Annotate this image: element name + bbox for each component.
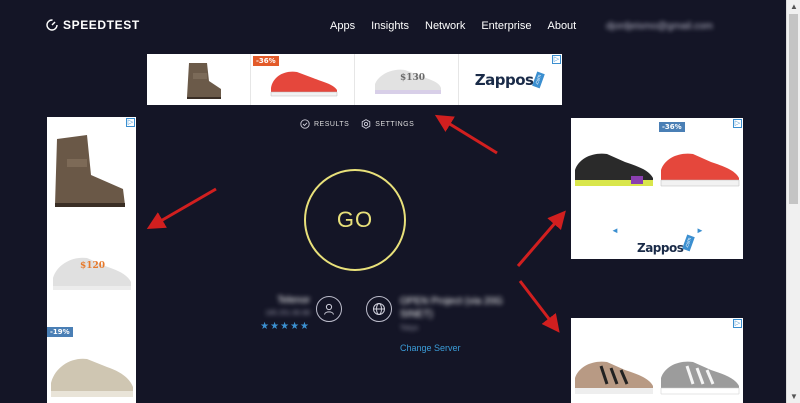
adchoices-icon[interactable]: ▷ [733,119,742,128]
zappos-com-badge: .com [682,234,696,252]
user-account-email[interactable]: djordjeismo@gmail.com [606,21,713,32]
arrow-to-left-ad [146,187,217,230]
arrow-to-top-ad [434,114,498,155]
isp-name: Telenor [277,295,310,306]
top-banner-ad[interactable]: -36% $130 Zappos .com ▷ [147,54,562,105]
scroll-up-icon[interactable]: ▲ [790,2,798,11]
scroll-down-icon[interactable]: ▼ [790,392,798,401]
nav-insights[interactable]: Insights [371,20,409,32]
price-tag: $130 [400,73,426,83]
main-nav: Apps Insights Network Enterprise About [330,20,592,32]
results-link[interactable]: RESULTS [300,119,349,129]
adchoices-icon[interactable]: ▷ [552,55,561,64]
sneaker-image-knit [51,358,133,397]
carousel-prev-icon[interactable]: ◄ [611,226,619,235]
arrow-to-right-ad-top [516,210,566,267]
globe-icon [366,296,392,322]
sneaker-image-red [660,153,740,187]
server-name: OPEN Project (via 20G SINET) [400,296,503,320]
ad-product-sneaker-red[interactable]: -36% [251,54,355,105]
ad-product-boot[interactable] [147,54,251,105]
discount-badge: -19% [47,327,73,337]
nav-network[interactable]: Network [425,20,465,32]
speedometer-icon [46,19,58,31]
sneaker-image-faded [53,257,131,290]
right-bottom-ad[interactable]: ▷ [571,318,743,403]
user-icon [316,296,342,322]
ad-brand-zappos[interactable]: Zappos .com ▷ [459,54,562,105]
server-location: Tokyo [400,325,419,332]
boot-image [186,62,221,99]
sneaker-image-tan [575,361,653,394]
gear-icon [362,119,371,129]
isp-rating-stars[interactable]: ★★★★★ [240,321,310,332]
logo-text: SPEEDTEST [63,18,140,32]
carousel-next-icon[interactable]: ► [696,226,704,235]
nav-enterprise[interactable]: Enterprise [481,20,531,32]
speedtest-logo[interactable]: SPEEDTEST [46,18,140,32]
change-server-link[interactable]: Change Server [400,343,461,353]
results-label: RESULTS [314,120,350,128]
scroll-thumb[interactable] [789,14,798,204]
zappos-brand[interactable]: Zappos.com [637,234,696,257]
discount-badge: -36% [253,56,279,66]
server-info: OPEN Project (via 20G SINET) Tokyo [400,295,510,332]
price-tag: $120 [80,261,106,271]
right-rectangle-ad[interactable]: ▷ -36% ◄ ► Zappos.com [571,118,743,259]
settings-label: SETTINGS [375,120,415,128]
go-label: GO [336,207,374,232]
boot-image [55,135,125,207]
results-settings-bar: RESULTS SETTINGS [300,119,414,129]
zappos-logo: Zappos [637,241,684,255]
adchoices-icon[interactable]: ▷ [733,319,742,328]
isp-info: Telenor 185.251.90.98 ★★★★★ [240,295,310,332]
check-circle-icon [300,119,310,129]
isp-ip: 185.251.90.98 [265,310,310,317]
zappos-com-badge: .com [532,71,546,88]
sneaker-image-black [575,153,653,186]
nav-apps[interactable]: Apps [330,20,355,32]
ad-product-sneaker-white[interactable]: $130 [355,54,459,105]
go-button[interactable]: GO [304,169,406,271]
left-skyscraper-ad[interactable]: ▷ $120 -19% [47,117,136,403]
settings-link[interactable]: SETTINGS [361,119,414,129]
discount-badge: -36% [659,122,685,132]
nav-about[interactable]: About [547,20,576,32]
zappos-logo: Zappos [474,70,534,89]
arrow-to-right-ad-bottom [518,280,560,333]
sneaker-image-grey [660,361,740,395]
page-scrollbar[interactable]: ▲ ▼ [786,0,800,403]
